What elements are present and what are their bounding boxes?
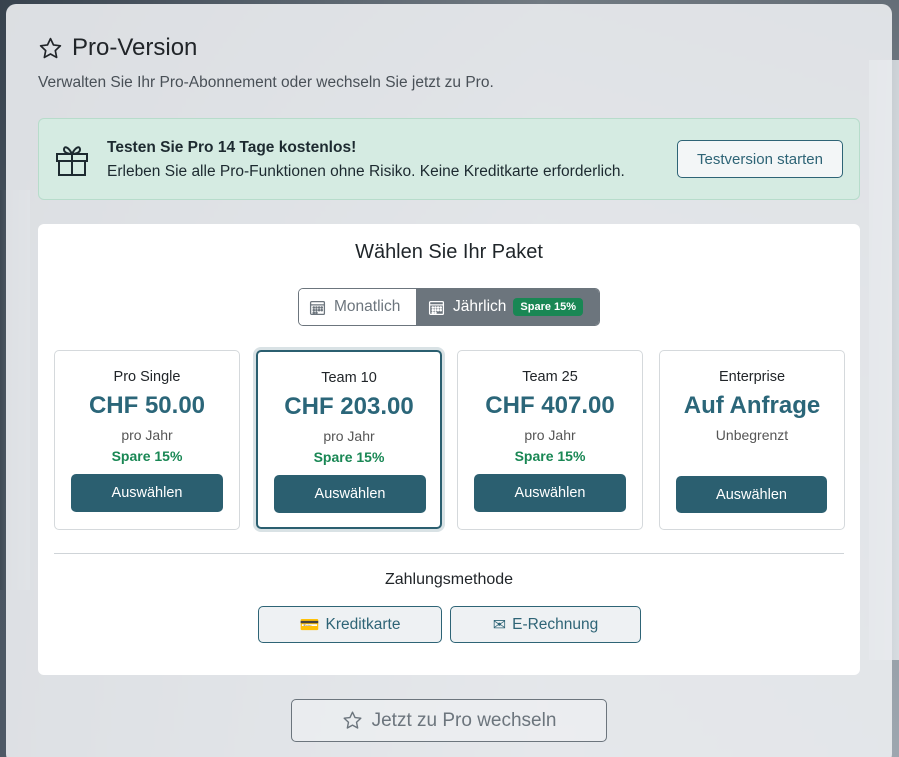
billing-yearly-label: Jährlich: [453, 298, 507, 315]
plan-saving: Spare 15%: [313, 449, 385, 465]
plan-card-team-10[interactable]: Team 10 CHF 203.00 pro Jahr Spare 15% Au…: [256, 350, 442, 529]
select-plan-button[interactable]: Auswählen: [474, 474, 626, 512]
yearly-savings-badge: Spare 15%: [513, 298, 584, 316]
select-plan-button[interactable]: Auswählen: [676, 476, 827, 513]
upgrade-button-label: Jetzt zu Pro wechseln: [371, 709, 557, 731]
plan-saving: Spare 15%: [111, 448, 183, 464]
start-trial-button[interactable]: Testversion starten: [677, 140, 843, 178]
plan-period: pro Jahr: [323, 428, 375, 444]
calendar-icon: [428, 300, 445, 315]
billing-period-toggle: Monatlich Jährlich Spare 15%: [298, 288, 600, 326]
plan-price: Auf Anfrage: [683, 392, 821, 419]
billing-monthly-label: Monatlich: [334, 298, 401, 315]
package-heading: Wählen Sie Ihr Paket: [355, 241, 543, 263]
trial-banner: Testen Sie Pro 14 Tage kostenlos! Erlebe…: [38, 118, 860, 200]
select-plan-button[interactable]: Auswählen: [71, 474, 223, 512]
star-icon: [39, 37, 62, 58]
credit-card-icon: 💳: [299, 616, 320, 634]
payment-method-label: Zahlungsmethode: [384, 571, 514, 588]
envelope-icon: ✉: [492, 616, 507, 634]
plan-price: CHF 407.00: [485, 392, 615, 419]
page-subtitle: Verwalten Sie Ihr Pro-Abonnement oder we…: [38, 74, 494, 91]
payment-credit-card-button[interactable]: 💳 Kreditkarte: [258, 606, 442, 643]
plan-card-pro-single[interactable]: Pro Single CHF 50.00 pro Jahr Spare 15% …: [54, 350, 240, 530]
payment-method-name: Kreditkarte: [325, 615, 401, 633]
plan-name: Team 10: [321, 370, 377, 386]
trial-heading: Testen Sie Pro 14 Tage kostenlos!: [107, 139, 357, 156]
plan-price: CHF 50.00: [88, 392, 206, 419]
plan-card-team-25[interactable]: Team 25 CHF 407.00 pro Jahr Spare 15% Au…: [457, 350, 643, 530]
upgrade-to-pro-button[interactable]: Jetzt zu Pro wechseln: [291, 699, 607, 742]
plan-period: Unbegrenzt: [715, 427, 789, 443]
plan-name: Pro Single: [113, 369, 181, 385]
package-selection-card: Wählen Sie Ihr Paket Monatlich Jährlich …: [38, 224, 860, 675]
page-header: Pro-Version: [38, 34, 197, 62]
plan-card-enterprise[interactable]: Enterprise Auf Anfrage Unbegrenzt Auswäh…: [659, 350, 845, 530]
plan-period: pro Jahr: [121, 427, 173, 443]
billing-monthly-option[interactable]: Monatlich: [299, 289, 417, 325]
payment-e-invoice-button[interactable]: ✉ E-Rechnung: [450, 606, 641, 643]
section-divider: [54, 553, 844, 554]
calendar-icon: [309, 300, 326, 315]
billing-yearly-option[interactable]: Jährlich Spare 15%: [417, 289, 599, 325]
select-plan-button[interactable]: Auswählen: [274, 475, 426, 513]
trial-text: Erleben Sie alle Pro-Funktionen ohne Ris…: [107, 163, 625, 180]
plan-name: Team 25: [522, 369, 578, 385]
plan-price: CHF 203.00: [284, 393, 414, 420]
star-icon: [343, 711, 362, 729]
plan-period: pro Jahr: [524, 427, 576, 443]
plan-name: Enterprise: [718, 369, 786, 385]
payment-method-name: E-Rechnung: [512, 615, 599, 633]
plan-saving: Spare 15%: [514, 448, 586, 464]
gift-icon: [56, 146, 88, 176]
page-title: Pro-Version: [72, 34, 198, 61]
